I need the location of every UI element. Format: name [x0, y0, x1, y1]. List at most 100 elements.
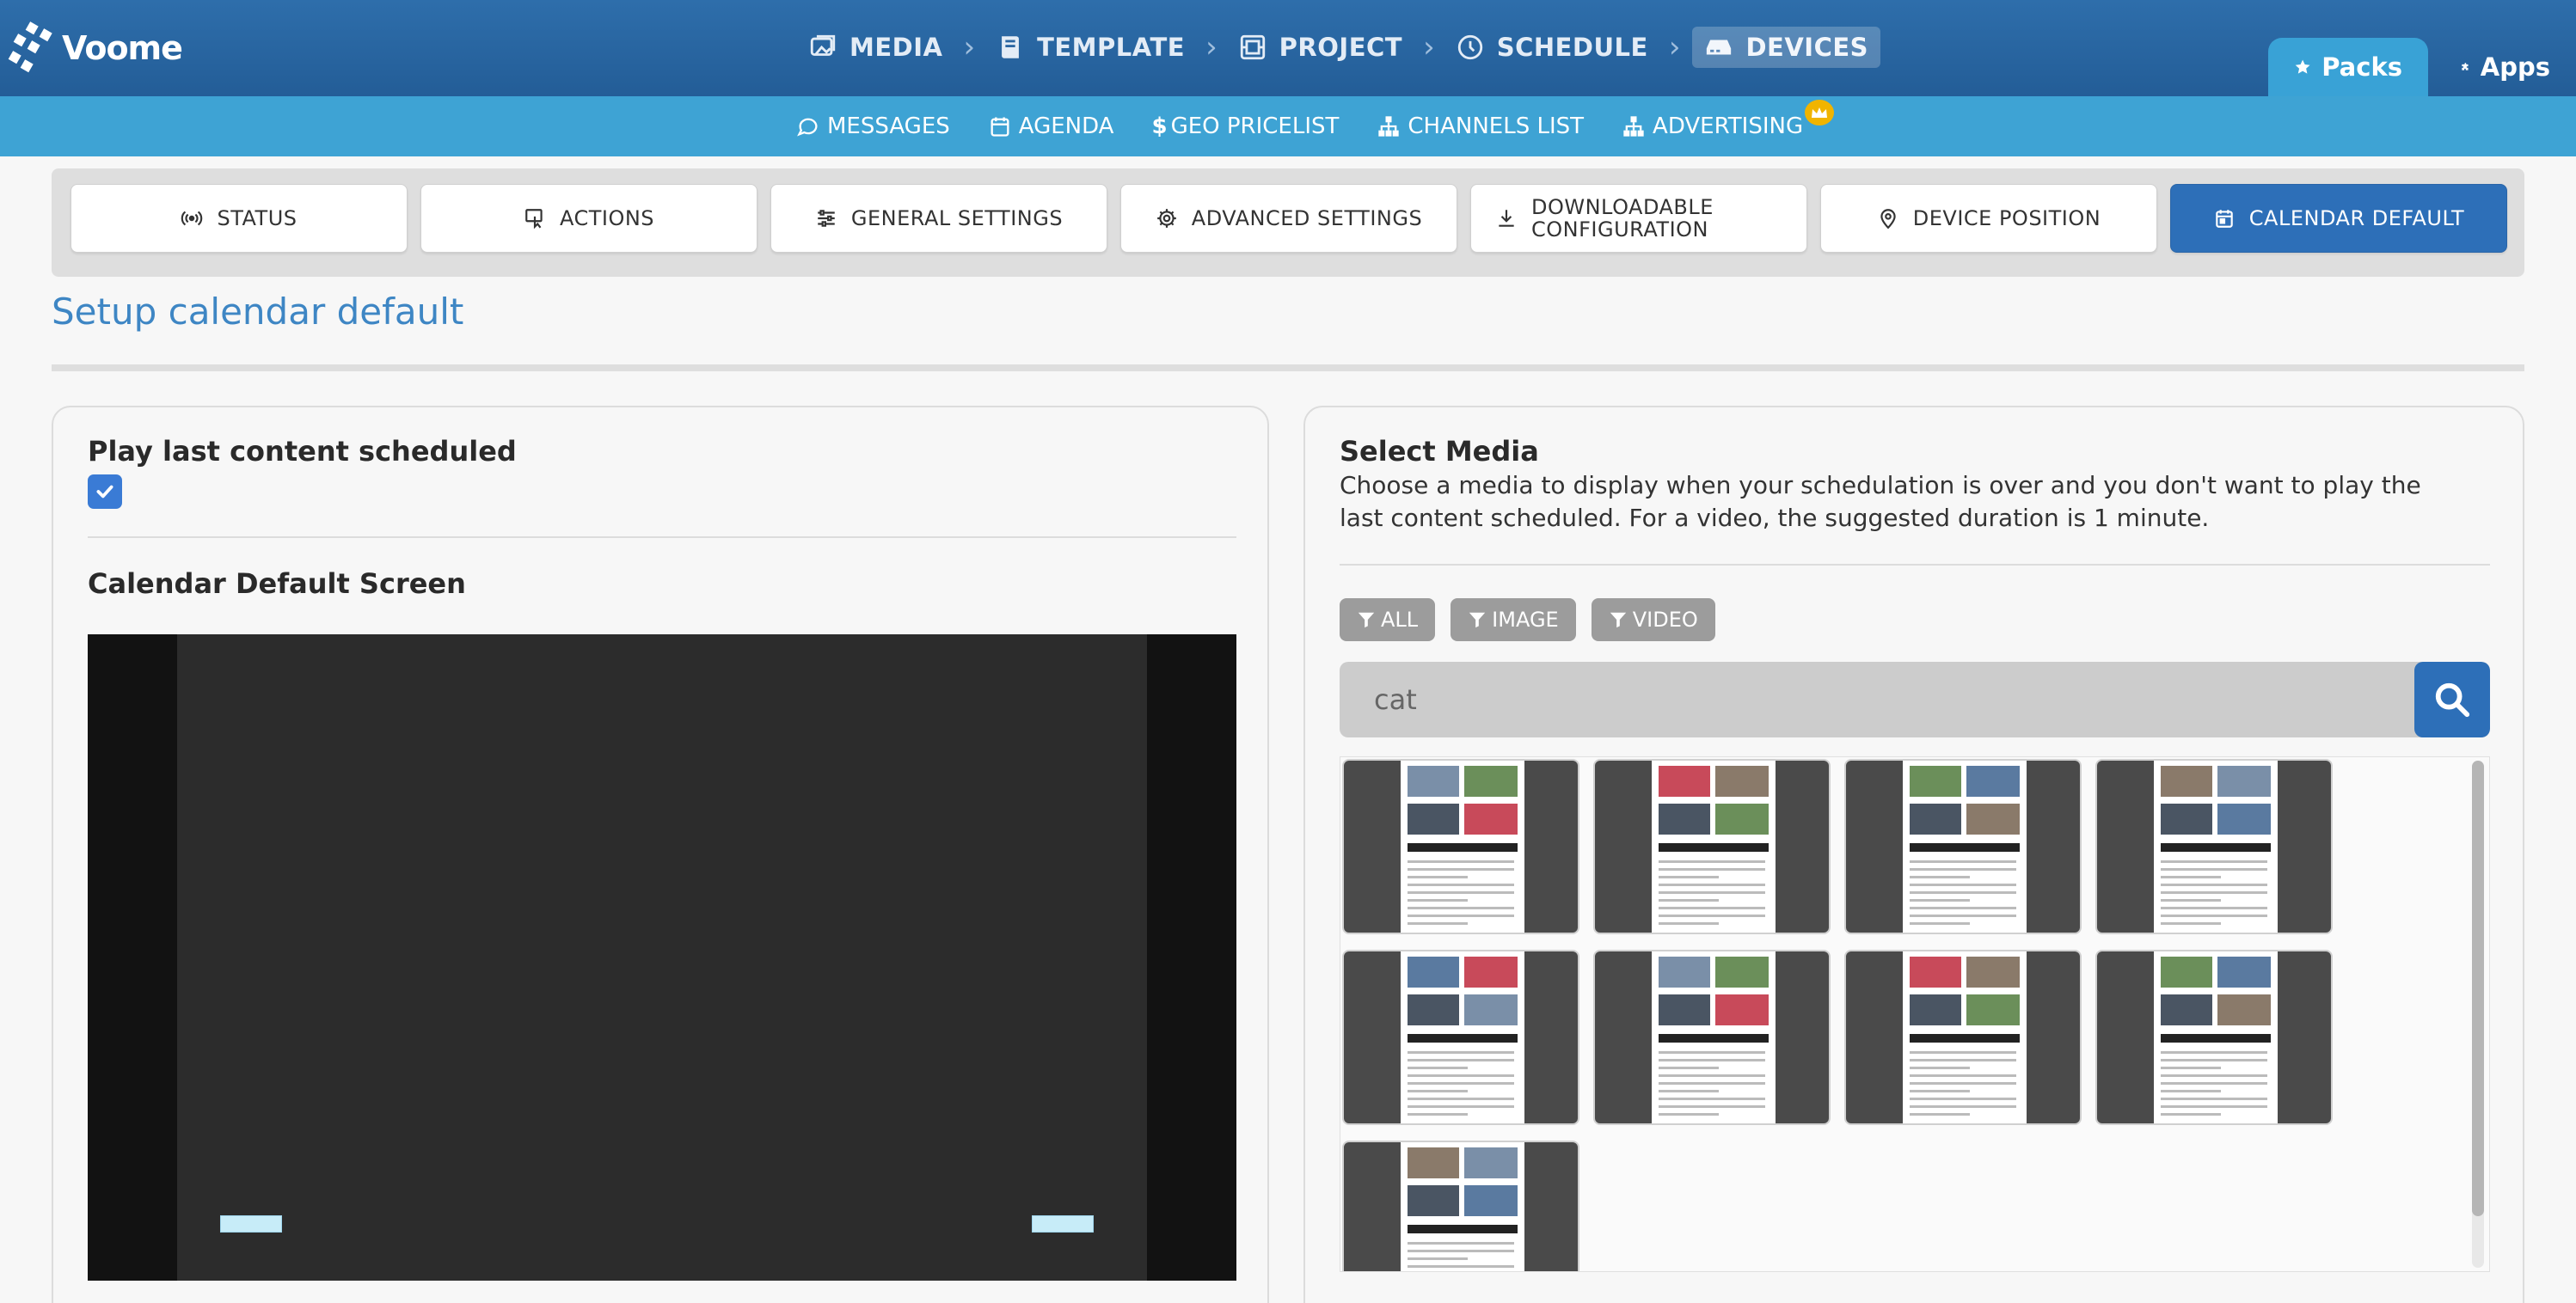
calendar-icon	[2216, 210, 2233, 228]
search-button[interactable]	[2414, 662, 2490, 737]
preview-text-line	[2161, 884, 2267, 886]
preview-text-line	[1408, 899, 1468, 902]
divider	[52, 364, 2524, 371]
preview-text-line	[1408, 1082, 1514, 1085]
tab-calendar-default[interactable]: CALENDAR DEFAULT	[2170, 184, 2507, 253]
media-thumbnail[interactable]	[1342, 759, 1579, 934]
preview-text-line	[1659, 899, 1719, 902]
crumb-media[interactable]: MEDIA	[800, 27, 951, 68]
preview-image	[1659, 994, 1710, 1025]
tab-advanced-settings[interactable]: ADVANCED SETTINGS	[1120, 184, 1457, 253]
divider	[1340, 564, 2490, 566]
preview-text-line	[1659, 1074, 1765, 1077]
crumb-project[interactable]: PROJECT	[1230, 27, 1411, 68]
document-preview	[2154, 951, 2278, 1123]
tab-actions[interactable]: ACTIONS	[420, 184, 757, 253]
preview-image	[1715, 766, 1769, 797]
filter-video-button[interactable]: VIDEO	[1591, 598, 1715, 641]
filter-image-button[interactable]: IMAGE	[1451, 598, 1576, 641]
subnav-label: ADVERTISING	[1653, 113, 1804, 139]
crumb-schedule[interactable]: SCHEDULE	[1447, 27, 1657, 68]
preview-text-line	[1659, 891, 1765, 894]
subnav-messages[interactable]: MESSAGES	[796, 113, 950, 139]
preview-text-line	[2161, 1113, 2221, 1116]
sitemap-icon	[1623, 116, 1644, 137]
preview-text-line	[1659, 1051, 1765, 1054]
preview-image	[1910, 957, 1961, 988]
preview-text-line	[1408, 876, 1468, 878]
subnav-advertising[interactable]: ADVERTISING	[1622, 100, 1835, 139]
media-filters: ALL IMAGE VIDEO	[1340, 598, 1731, 641]
preview-text-line	[1910, 1113, 1970, 1116]
preview-image	[1715, 957, 1769, 988]
preview-text-line	[1910, 884, 2016, 886]
media-thumbnail[interactable]	[1342, 950, 1579, 1125]
preview-image	[2161, 804, 2212, 835]
preview-text-line	[1910, 1067, 1970, 1069]
document-preview	[1401, 761, 1524, 933]
play-last-label: Play last content scheduled	[88, 435, 517, 468]
media-thumbnail[interactable]	[1593, 950, 1831, 1125]
preview-bar	[1910, 1034, 2020, 1043]
preview-text-line	[1408, 1105, 1514, 1108]
preview-text-line	[1659, 1059, 1765, 1061]
preview-bar	[1408, 1034, 1518, 1043]
book-icon	[1002, 36, 1020, 58]
media-thumbnail[interactable]	[2095, 950, 2333, 1125]
broadcast-icon	[181, 211, 203, 226]
filter-all-button[interactable]: ALL	[1340, 598, 1436, 641]
chevron-right-icon: ›	[1205, 30, 1217, 64]
logo[interactable]: Voome	[7, 17, 183, 79]
media-thumbnail[interactable]	[2095, 759, 2333, 934]
play-last-checkbox[interactable]	[88, 474, 122, 509]
default-screen-label: Calendar Default Screen	[88, 567, 466, 600]
preview-image	[1659, 804, 1710, 835]
media-thumbnail[interactable]	[1844, 759, 2082, 934]
frame-icon	[1240, 34, 1265, 60]
media-search	[1340, 662, 2490, 737]
preview-text-line	[2161, 1082, 2267, 1085]
tab-general-settings[interactable]: GENERAL SETTINGS	[770, 184, 1107, 253]
media-thumbnail[interactable]	[1844, 950, 2082, 1125]
preview-text-line	[1910, 1105, 2016, 1108]
filter-icon	[1469, 612, 1486, 628]
scrollbar-thumb[interactable]	[2472, 761, 2484, 1216]
filter-icon	[1358, 612, 1375, 628]
preview-bar	[1408, 1225, 1518, 1233]
tab-packs[interactable]: Packs	[2268, 38, 2428, 96]
tab-downloadable-configuration[interactable]: DOWNLOADABLE CONFIGURATION	[1470, 184, 1807, 253]
preview-text-line	[1659, 1105, 1765, 1108]
tab-label: DOWNLOADABLE	[1531, 195, 1714, 219]
preview-text-line	[1910, 922, 1970, 925]
tab-label: CALENDAR DEFAULT	[2248, 206, 2465, 230]
preview-text-line	[2161, 1051, 2267, 1054]
search-input[interactable]	[1340, 662, 2414, 737]
subnav-geo-pricelist[interactable]: $ GEO PRICELIST	[1151, 113, 1339, 139]
select-media-title: Select Media	[1340, 435, 1539, 468]
preview-image	[1966, 766, 2020, 797]
preview-text-line	[2161, 1059, 2267, 1061]
crumb-label: DEVICES	[1745, 33, 1869, 62]
preview-bar	[1408, 843, 1518, 852]
preview-image	[1408, 1147, 1459, 1178]
crumb-devices[interactable]: DEVICES	[1692, 27, 1881, 68]
media-thumbnail[interactable]	[1593, 759, 1831, 934]
preview-text-line	[1910, 1090, 1970, 1092]
media-thumbnail[interactable]	[1342, 1141, 1579, 1271]
subnav-channels-list[interactable]: CHANNELS LIST	[1377, 113, 1584, 139]
preview-text-line	[1408, 1059, 1514, 1061]
preview-text-line	[1910, 868, 2016, 871]
remote-icon	[525, 209, 543, 229]
subnav-agenda[interactable]: AGENDA	[988, 113, 1114, 139]
puzzle-icon	[2462, 63, 2469, 70]
crumb-template[interactable]: TEMPLATE	[987, 27, 1193, 68]
breadcrumb: MEDIA › TEMPLATE › PROJECT › SCHEDULE › …	[800, 26, 1881, 69]
star-icon	[2295, 59, 2310, 74]
subnav-label: AGENDA	[1018, 113, 1114, 139]
tab-device-position[interactable]: DEVICE POSITION	[1820, 184, 2157, 253]
tab-status[interactable]: STATUS	[71, 184, 408, 253]
tab-apps[interactable]: Apps	[2435, 38, 2576, 96]
preview-image	[1464, 804, 1518, 835]
preview-text-line	[1408, 1074, 1514, 1077]
preview-image	[1966, 957, 2020, 988]
